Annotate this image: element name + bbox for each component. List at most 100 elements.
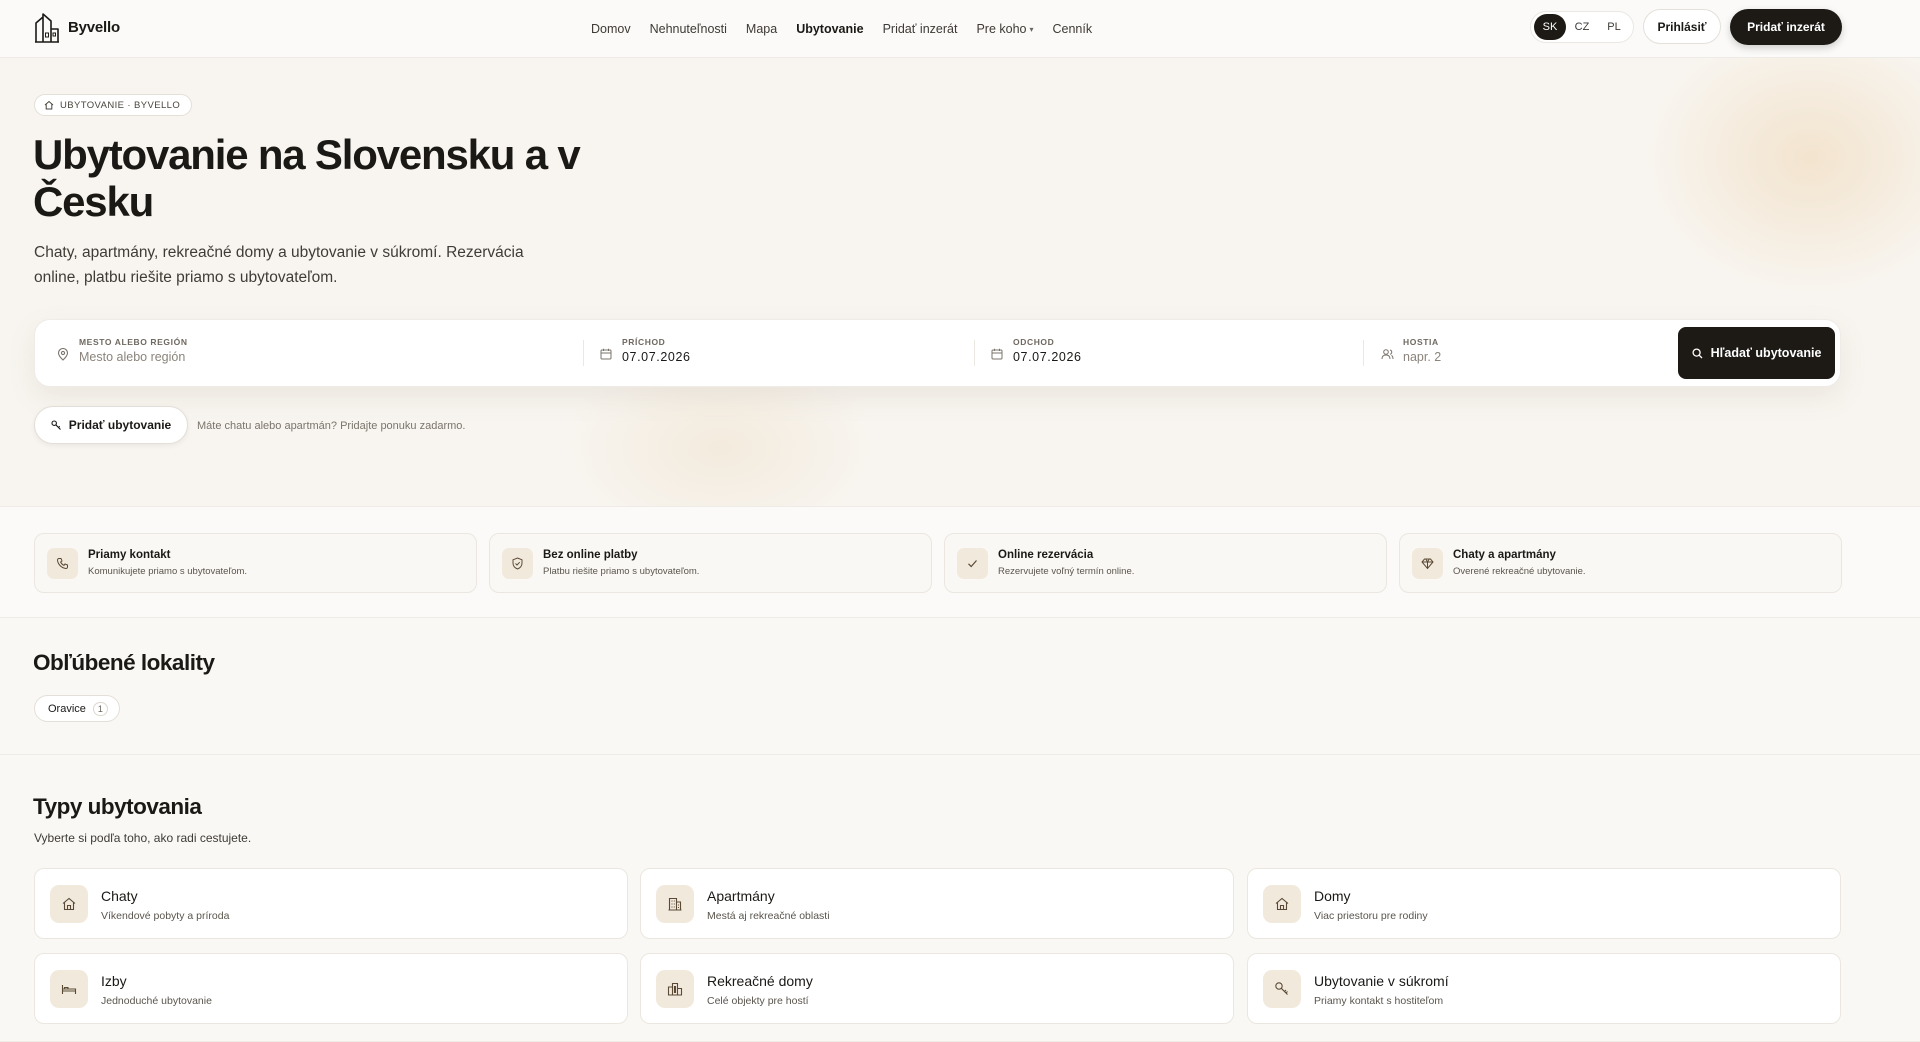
add-stay-button[interactable]: Pridať ubytovanie	[34, 406, 188, 444]
type-title: Domy	[1314, 888, 1351, 904]
type-desc: Víkendové pobyty a príroda	[101, 910, 230, 922]
phone-icon	[47, 548, 78, 579]
location-input[interactable]: Mesto alebo región	[79, 350, 185, 364]
language-switcher: SK CZ PL	[1530, 11, 1634, 43]
search-bar: MESTO ALEBO REGIÓN Mesto alebo región PR…	[34, 319, 1841, 387]
type-desc: Priamy kontakt s hostiteľom	[1314, 995, 1444, 1007]
type-title: Apartmány	[707, 888, 775, 904]
nav-item-pre-koho-label: Pre koho	[976, 22, 1027, 36]
feature-title: Priamy kontakt	[88, 549, 171, 561]
decorative-glow	[1640, 58, 1920, 298]
type-title: Chaty	[101, 888, 138, 904]
key-icon	[51, 419, 61, 430]
buildings-icon	[656, 970, 694, 1008]
page-title: Ubytovanie na Slovensku a v Česku	[33, 131, 581, 225]
feature-card: Online rezervácia Rezervujete voľný term…	[944, 533, 1387, 593]
type-card-domy[interactable]: Domy Viac priestoru pre rodiny	[1247, 868, 1841, 939]
building-icon	[656, 885, 694, 923]
login-button[interactable]: Prihlásiť	[1643, 9, 1721, 44]
feature-card: Chaty a apartmány Overené rekreačné ubyt…	[1399, 533, 1842, 593]
nav-item-pre-koho[interactable]: Pre koho ▾	[976, 22, 1033, 36]
add-stay-label: Pridať ubytovanie	[68, 418, 172, 432]
features-strip: Priamy kontakt Komunikujete priamo s uby…	[0, 506, 1920, 618]
feature-title: Bez online platby	[543, 549, 638, 561]
nav-item-domov[interactable]: Domov	[591, 22, 631, 36]
location-chip[interactable]: Oravice 1	[34, 695, 120, 722]
search-button[interactable]: Hľadať ubytovanie	[1678, 327, 1835, 379]
feature-desc: Overené rekreačné ubytovanie.	[1453, 566, 1586, 577]
type-desc: Celé objekty pre hostí	[707, 995, 809, 1007]
guests-input[interactable]: napr. 2	[1403, 350, 1441, 364]
location-field[interactable]: MESTO ALEBO REGIÓN Mesto alebo región	[57, 320, 577, 388]
nav-item-pridat-inzerat[interactable]: Pridať inzerát	[883, 22, 958, 36]
bed-icon	[50, 970, 88, 1008]
nav-item-ubytovanie[interactable]: Ubytovanie	[796, 22, 863, 36]
field-divider	[583, 340, 584, 366]
type-desc: Mestá aj rekreačné oblasti	[707, 910, 830, 922]
hero-subtitle: Chaty, apartmány, rekreačné domy a ubyto…	[34, 244, 524, 286]
checkin-field[interactable]: PRÍCHOD 07.07.2026	[600, 320, 960, 388]
accommodation-types-section: Typy ubytovania Vyberte si podľa toho, a…	[0, 755, 1920, 1042]
location-chip-label: Oravice	[48, 702, 86, 715]
top-navbar: Byvello Domov Nehnuteľnosti Mapa Ubytova…	[0, 0, 1920, 58]
building-logo-icon	[35, 13, 59, 43]
type-desc: Jednoduché ubytovanie	[101, 995, 212, 1007]
lang-sk[interactable]: SK	[1534, 14, 1566, 40]
type-card-rekreacne-domy[interactable]: Rekreačné domy Celé objekty pre hostí	[640, 953, 1234, 1024]
feature-card: Priamy kontakt Komunikujete priamo s uby…	[34, 533, 477, 593]
house-icon	[50, 885, 88, 923]
add-stay-note: Máte chatu alebo apartmán? Pridajte ponu…	[197, 420, 466, 432]
feature-title: Online rezervácia	[998, 549, 1094, 561]
feature-card: Bez online platby Platbu riešite priamo …	[489, 533, 932, 593]
feature-title: Chaty a apartmány	[1453, 549, 1556, 561]
field-divider	[974, 340, 975, 366]
nav-item-nehnutelnosti[interactable]: Nehnuteľnosti	[650, 22, 727, 36]
key-icon	[1263, 970, 1301, 1008]
home-icon	[44, 100, 54, 110]
section-title: Obľúbené lokality	[33, 650, 215, 675]
location-label: MESTO ALEBO REGIÓN	[79, 337, 188, 347]
calendar-icon	[600, 348, 612, 360]
shield-icon	[502, 548, 533, 579]
guests-field[interactable]: HOSTIA napr. 2	[1381, 320, 1661, 388]
lang-cz[interactable]: CZ	[1566, 14, 1598, 40]
type-card-izby[interactable]: Izby Jednoduché ubytovanie	[34, 953, 628, 1024]
checkin-input[interactable]: 07.07.2026	[622, 350, 691, 364]
search-button-label: Hľadať ubytovanie	[1710, 346, 1822, 360]
users-icon	[1381, 349, 1394, 360]
check-icon	[957, 548, 988, 579]
search-icon	[1692, 347, 1703, 358]
checkin-label: PRÍCHOD	[622, 337, 666, 347]
calendar-icon	[991, 348, 1003, 360]
guests-label: HOSTIA	[1403, 337, 1439, 347]
type-title: Ubytovanie v súkromí	[1314, 973, 1449, 989]
hero-badge: UBYTOVANIE · BYVELLO	[34, 94, 193, 116]
checkout-input[interactable]: 07.07.2026	[1013, 350, 1082, 364]
lang-pl[interactable]: PL	[1598, 14, 1630, 40]
nav-item-mapa[interactable]: Mapa	[746, 22, 777, 36]
type-desc: Viac priestoru pre rodiny	[1314, 910, 1428, 922]
nav-item-cennik[interactable]: Cenník	[1053, 22, 1093, 36]
location-chip-count: 1	[92, 701, 108, 716]
brand-name: Byvello	[68, 18, 120, 36]
feature-desc: Platbu riešite priamo s ubytovateľom.	[543, 566, 700, 577]
location-pin-icon	[57, 348, 69, 361]
chevron-down-icon: ▾	[1029, 24, 1034, 34]
section-title: Typy ubytovania	[33, 794, 202, 819]
house-icon	[1263, 885, 1301, 923]
hero-badge-label: UBYTOVANIE · BYVELLO	[60, 99, 181, 111]
brand-logo[interactable]: Byvello	[34, 11, 120, 43]
add-listing-button[interactable]: Pridať inzerát	[1730, 9, 1842, 45]
type-card-apartmany[interactable]: Apartmány Mestá aj rekreačné oblasti	[640, 868, 1234, 939]
popular-locations-section: Obľúbené lokality Oravice 1	[0, 618, 1920, 755]
type-title: Izby	[101, 973, 127, 989]
type-card-ubytovanie-v-sukromi[interactable]: Ubytovanie v súkromí Priamy kontakt s ho…	[1247, 953, 1841, 1024]
type-card-chaty[interactable]: Chaty Víkendové pobyty a príroda	[34, 868, 628, 939]
feature-desc: Komunikujete priamo s ubytovateľom.	[88, 566, 248, 577]
main-menu: Domov Nehnuteľnosti Mapa Ubytovanie Prid…	[591, 0, 1092, 58]
field-divider	[1363, 340, 1364, 366]
diamond-icon	[1412, 548, 1443, 579]
feature-desc: Rezervujete voľný termín online.	[998, 566, 1135, 577]
hero-section: UBYTOVANIE · BYVELLO Ubytovanie na Slove…	[0, 58, 1920, 506]
checkout-field[interactable]: ODCHOD 07.07.2026	[991, 320, 1351, 388]
